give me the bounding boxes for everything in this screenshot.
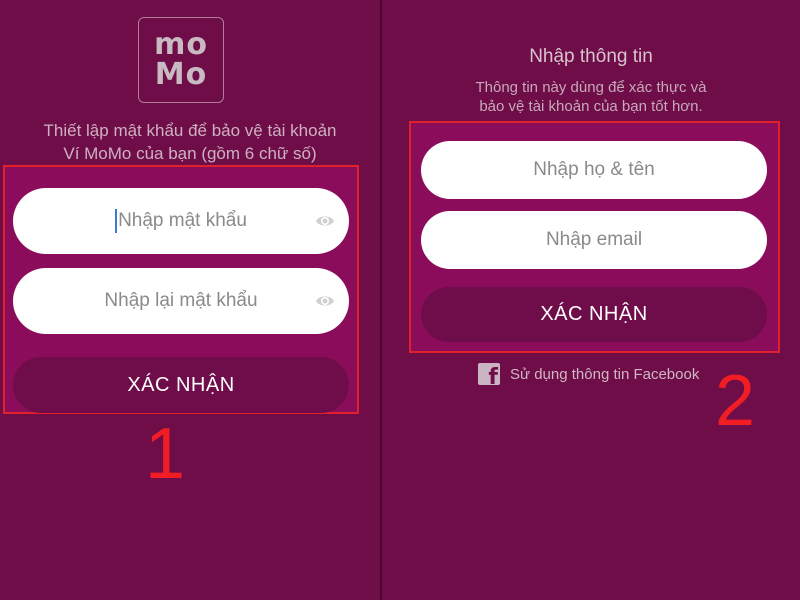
full-name-input[interactable]: Nhập họ & tên	[421, 141, 767, 199]
facebook-link[interactable]: f Sử dụng thông tin Facebook	[478, 362, 699, 386]
confirm-password-placeholder: Nhập lại mật khẩu	[104, 290, 258, 311]
full-name-placeholder: Nhập họ & tên	[533, 159, 655, 180]
facebook-icon: f	[478, 363, 500, 385]
logo-text-bottom: Mo	[154, 57, 208, 92]
password-instruction-line1: Thiết lập mật khẩu để bảo vệ tài khoản	[43, 121, 337, 140]
email-placeholder: Nhập email	[545, 229, 643, 250]
info-subtitle-line2: bảo vệ tài khoản của bạn tốt hơn.	[479, 98, 703, 115]
text-cursor	[115, 209, 118, 233]
info-title: Nhập thông tin	[529, 46, 653, 67]
eye-icon[interactable]	[315, 213, 335, 229]
step-number-2: 2	[715, 361, 756, 441]
step-number-1: 1	[145, 414, 186, 494]
info-subtitle-line1: Thông tin này dùng để xác thực và	[475, 79, 707, 96]
logo-text-top: mo	[154, 27, 208, 62]
momo-logo: mo Mo	[138, 17, 224, 103]
confirm-password-input[interactable]: Nhập lại mật khẩu	[13, 268, 349, 334]
facebook-link-label: Sử dụng thông tin Facebook	[510, 365, 700, 383]
password-instruction-line2: Ví MoMo của bạn (gồm 6 chữ số)	[63, 144, 317, 163]
password-placeholder: Nhập mật khẩu	[118, 210, 247, 231]
confirm-button[interactable]: XÁC NHẬN	[13, 357, 349, 413]
confirm-info-button[interactable]: XÁC NHẬN	[421, 287, 767, 342]
password-input[interactable]: Nhập mật khẩu	[13, 188, 349, 254]
info-subtitle: Thông tin này dùng để xác thực và bảo vệ…	[382, 78, 800, 116]
eye-icon[interactable]	[315, 293, 335, 309]
email-input[interactable]: Nhập email	[421, 211, 767, 269]
